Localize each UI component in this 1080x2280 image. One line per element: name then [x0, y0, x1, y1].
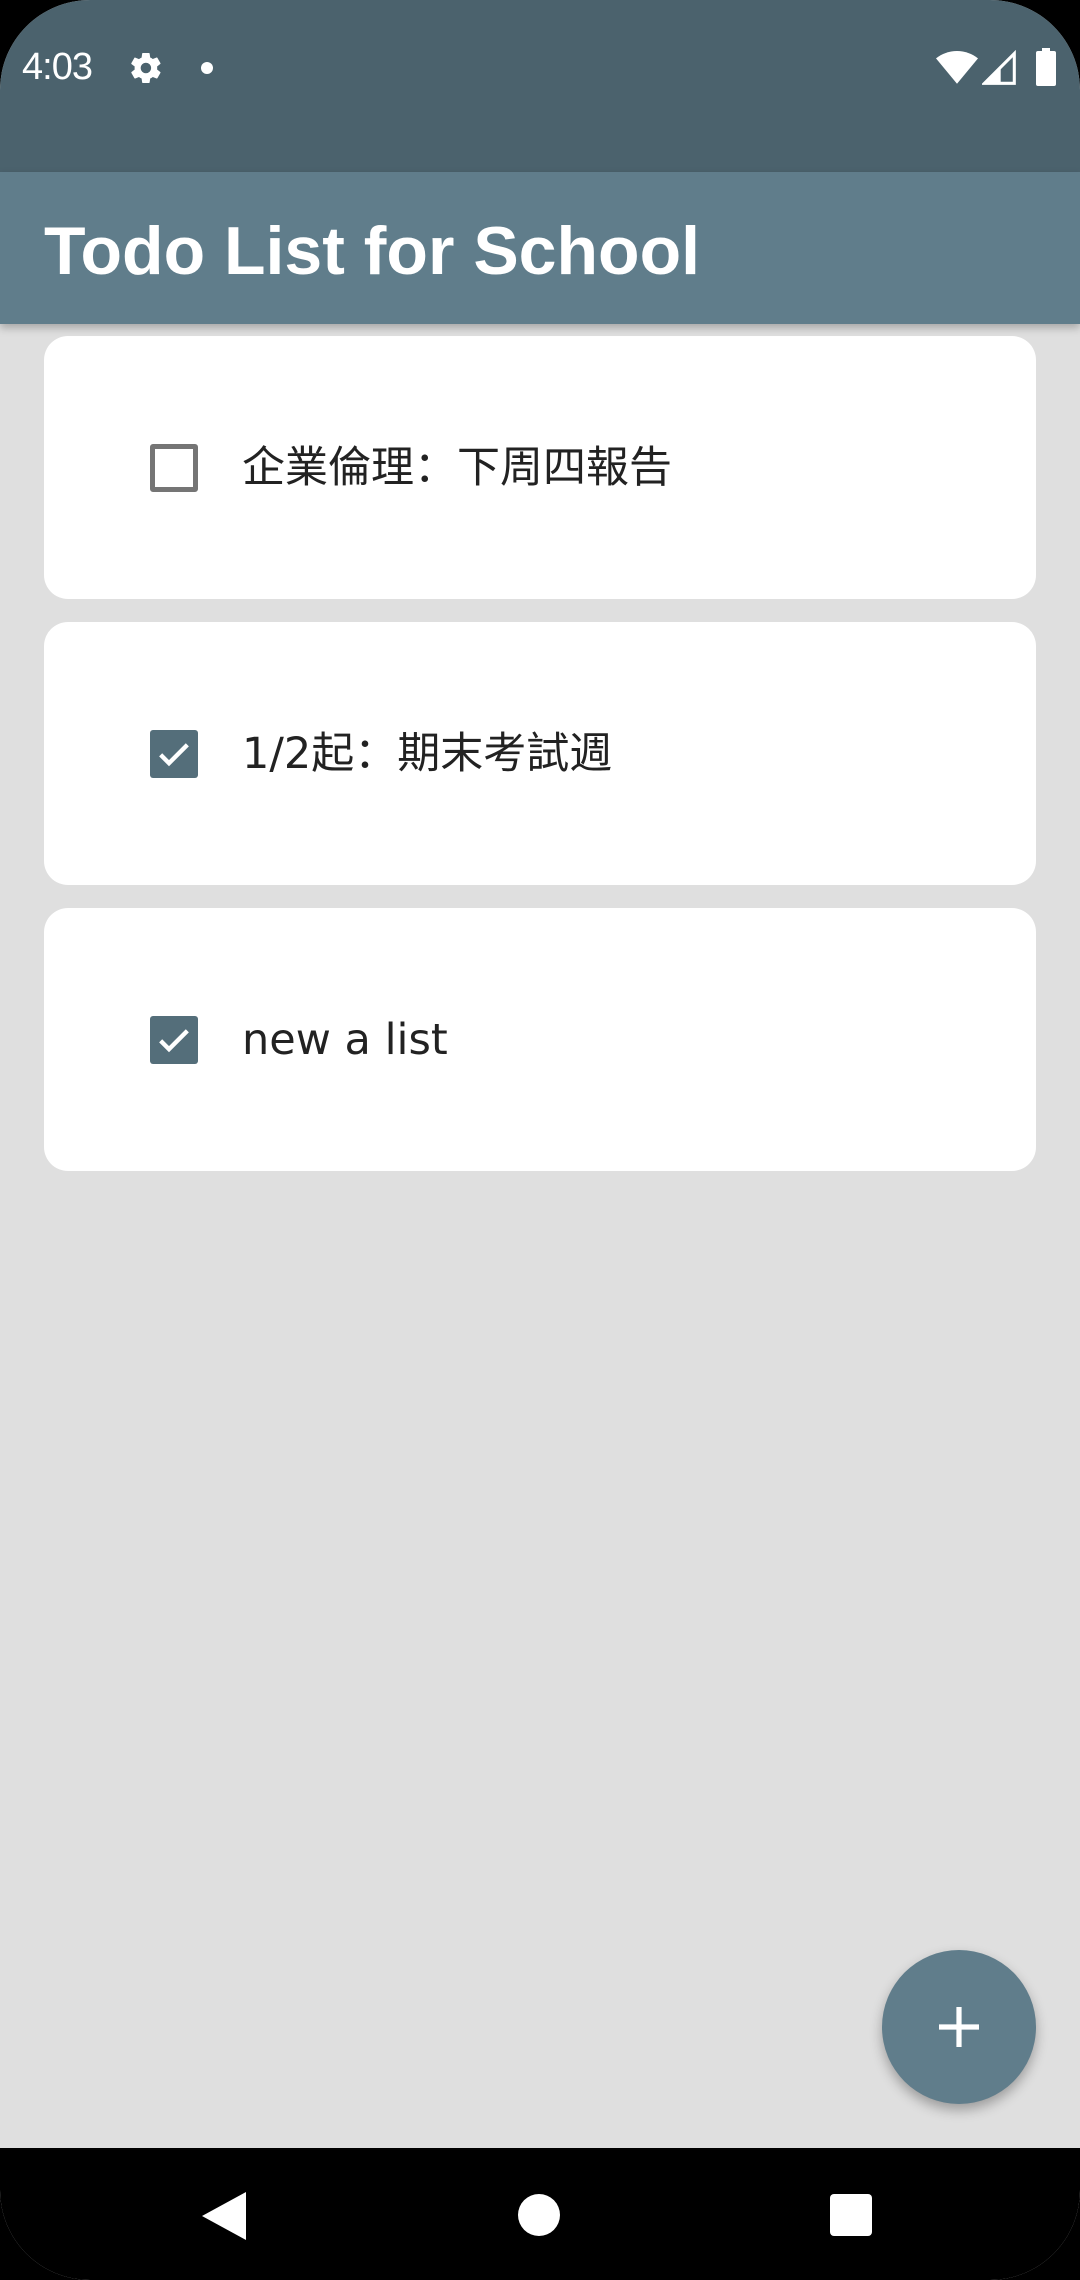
app-bar: Todo List for School: [0, 172, 1080, 324]
todo-label: 企業倫理：下周四報告: [242, 443, 672, 493]
notification-dot-icon: [201, 62, 213, 74]
status-bar: 4:03: [0, 0, 1080, 172]
gear-icon: [131, 52, 161, 84]
todo-item[interactable]: new a list: [44, 908, 1036, 1171]
home-icon[interactable]: [518, 2194, 560, 2236]
todo-checkbox-unchecked[interactable]: [150, 444, 198, 492]
signal-icon: [982, 50, 1016, 85]
back-icon[interactable]: [202, 2192, 246, 2240]
todo-checkbox-checked[interactable]: [150, 1016, 198, 1064]
recents-icon[interactable]: [830, 2194, 872, 2236]
checkmark-icon: [159, 743, 189, 767]
wifi-icon: [936, 51, 978, 84]
screen: 4:03 Todo List for School 企業倫理：下周四報告 1/2…: [0, 0, 1080, 2280]
add-todo-button[interactable]: [882, 1950, 1036, 2104]
todo-item[interactable]: 1/2起：期末考試週: [44, 622, 1036, 885]
todo-item[interactable]: 企業倫理：下周四報告: [44, 336, 1036, 599]
todo-label: new a list: [242, 1015, 448, 1065]
status-time: 4:03: [22, 46, 93, 88]
battery-icon: [1036, 48, 1056, 86]
plus-icon: [939, 2007, 979, 2047]
todo-label: 1/2起：期末考試週: [242, 729, 613, 779]
page-title: Todo List for School: [44, 213, 700, 289]
todo-list: 企業倫理：下周四報告 1/2起：期末考試週 new a list: [44, 336, 1036, 1194]
navigation-bar: [0, 2148, 1080, 2280]
checkmark-icon: [159, 1029, 189, 1053]
todo-checkbox-checked[interactable]: [150, 730, 198, 778]
